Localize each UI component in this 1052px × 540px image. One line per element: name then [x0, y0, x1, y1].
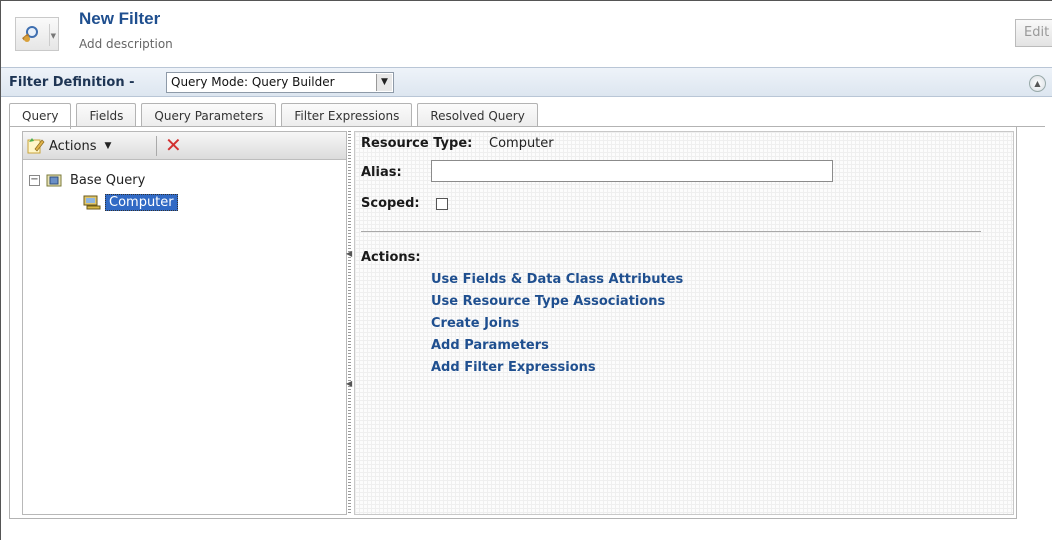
action-create-joins-link[interactable]: Create Joins [431, 316, 519, 331]
section-divider [361, 231, 981, 232]
query-panel: Actions ▼ ✕ − Base Query Computer ◀ ◀ Re… [9, 127, 1017, 519]
page-title[interactable]: New Filter [79, 9, 160, 29]
actions-section-label: Actions: [361, 250, 421, 265]
tab-strip: Query Fields Query Parameters Filter Exp… [9, 103, 543, 129]
splitter-arrow-icon[interactable]: ◀ [346, 379, 352, 388]
computer-icon [83, 195, 101, 210]
filter-definition-bar: Filter Definition - Query Mode: Query Bu… [1, 67, 1052, 97]
splitter-arrow-icon[interactable]: ◀ [346, 249, 352, 258]
edit-pencil-icon [27, 138, 45, 154]
database-folder-icon [46, 174, 62, 187]
tree-node-computer[interactable]: Computer [83, 192, 178, 212]
pane-splitter[interactable] [348, 131, 351, 515]
actions-label: Actions [49, 138, 97, 154]
tree-node-base-query[interactable]: − Base Query [29, 170, 145, 190]
filter-header: ▼ New Filter Add description Edit [9, 5, 1052, 63]
window-frame: ▼ New Filter Add description Edit Filter… [0, 0, 1052, 540]
resource-type-label: Resource Type: [361, 136, 473, 151]
action-add-filter-expressions-link[interactable]: Add Filter Expressions [431, 360, 596, 375]
collapse-up-icon[interactable]: ▲ [1029, 75, 1046, 92]
resource-type-value: Computer [489, 136, 554, 151]
query-mode-select[interactable]: Query Mode: Query Builder ▼ [166, 72, 394, 93]
alias-label: Alias: [361, 165, 402, 180]
action-use-fields-link[interactable]: Use Fields & Data Class Attributes [431, 272, 683, 287]
filter-definition-label: Filter Definition - [9, 75, 135, 90]
tab-fields[interactable]: Fields [76, 103, 137, 127]
chevron-down-icon: ▼ [104, 141, 112, 151]
tab-filter-expressions[interactable]: Filter Expressions [281, 103, 413, 127]
tab-query-parameters[interactable]: Query Parameters [141, 103, 277, 127]
tree-toolbar: Actions ▼ ✕ [23, 132, 346, 160]
query-details-pane: Resource Type: Computer Alias: Scoped: A… [354, 131, 1014, 515]
edit-button[interactable]: Edit [1015, 19, 1052, 47]
actions-dropdown-button[interactable]: Actions ▼ [27, 135, 111, 157]
toolbar-separator [156, 136, 157, 156]
tree-node-label: Base Query [70, 172, 146, 188]
alias-input[interactable] [431, 160, 833, 182]
delete-x-icon[interactable]: ✕ [165, 134, 182, 156]
chevron-down-icon: ▼ [376, 74, 392, 91]
action-add-parameters-link[interactable]: Add Parameters [431, 338, 549, 353]
chevron-down-icon: ▼ [50, 32, 56, 40]
tab-resolved-query[interactable]: Resolved Query [417, 103, 538, 127]
description-field[interactable]: Add description [79, 37, 173, 51]
filter-icon-menu-button[interactable]: ▼ [15, 17, 59, 51]
query-tree-pane: Actions ▼ ✕ − Base Query Computer [22, 131, 347, 515]
collapse-toggle-icon[interactable]: − [29, 174, 40, 186]
tree-node-label: Computer [105, 193, 178, 211]
scoped-checkbox[interactable] [436, 198, 448, 210]
filter-magnifier-icon [22, 26, 38, 42]
action-resource-associations-link[interactable]: Use Resource Type Associations [431, 294, 665, 309]
scoped-label: Scoped: [361, 196, 420, 211]
query-mode-value: Query Mode: Query Builder [171, 75, 335, 89]
